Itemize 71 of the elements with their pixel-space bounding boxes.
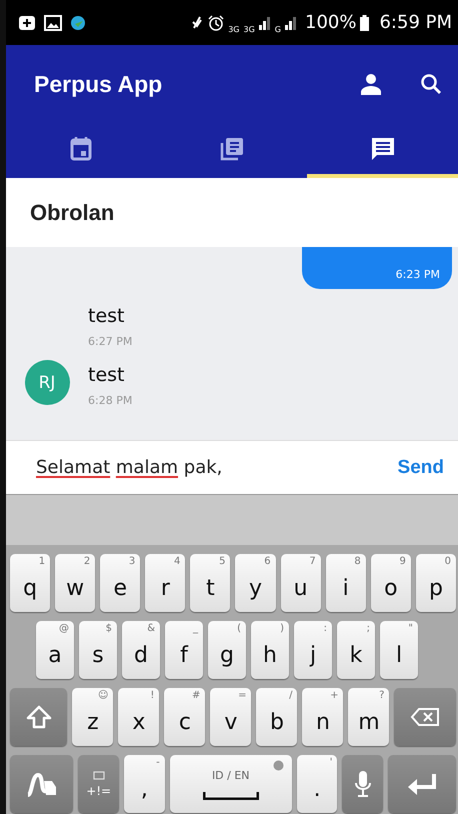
image-icon	[44, 14, 62, 30]
alarm-clock-icon	[208, 14, 224, 30]
keyboard-key[interactable]: 0 p	[416, 554, 456, 612]
keyboard-key[interactable]: & d	[122, 621, 160, 679]
avatar: RJ	[24, 360, 70, 405]
signal-icon	[285, 16, 297, 30]
symbols-key[interactable]: +!=	[78, 755, 119, 813]
backspace-icon	[410, 707, 440, 727]
battery-icon	[360, 14, 370, 30]
keyboard-key[interactable]: 3 e	[100, 554, 140, 612]
shift-key[interactable]	[10, 688, 68, 746]
network-type-label: 3G	[228, 25, 240, 34]
keyboard-key[interactable]: " l	[380, 621, 418, 679]
keyboard-key[interactable]: 1 q	[10, 554, 50, 612]
space-key[interactable]: ID / EN	[170, 755, 292, 813]
message-time: 6:27 PM	[88, 335, 132, 348]
microphone-key[interactable]	[342, 755, 384, 813]
message-text: test	[88, 305, 126, 327]
app-title: Perpus App	[34, 70, 164, 98]
keyboard-key[interactable]: 6 y	[235, 554, 276, 612]
backspace-key[interactable]	[394, 688, 456, 746]
keyboard-key[interactable]: 8 i	[326, 554, 366, 612]
network-type-label: G	[274, 25, 281, 34]
handwriting-key[interactable]	[10, 755, 74, 813]
keyboard-key[interactable]: 7 u	[280, 554, 321, 612]
keyboard-key[interactable]: - ,	[124, 755, 165, 813]
keyboard-key[interactable]: 4 r	[145, 554, 186, 612]
keyboard-key[interactable]: _ f	[165, 621, 203, 679]
keyboard-key[interactable]: 2 w	[55, 554, 96, 612]
enter-arrow-icon	[406, 772, 438, 796]
message-time: 6:23 PM	[396, 268, 440, 281]
keyboard-key[interactable]: ' .	[296, 755, 338, 813]
send-button[interactable]: Send	[390, 452, 452, 482]
person-icon[interactable]	[360, 73, 382, 95]
globe-icon	[272, 760, 284, 771]
plus-box-icon	[18, 14, 36, 30]
keyboard-key[interactable]: # c	[164, 688, 206, 746]
keyboard-key[interactable]: ( g	[208, 621, 246, 679]
message-text: test	[88, 364, 126, 386]
window-icon	[92, 770, 105, 780]
keyboard-key[interactable]: 9 o	[370, 554, 411, 612]
message-time: 6:28 PM	[88, 394, 132, 407]
keyboard-key[interactable]: / b	[256, 688, 298, 746]
search-icon[interactable]	[420, 73, 442, 95]
network-type-label: 3G	[244, 25, 255, 34]
keyboard-key[interactable]: 5 t	[190, 554, 230, 612]
keyboard-key[interactable]: @ a	[36, 621, 74, 679]
microphone-icon	[354, 770, 372, 798]
keyboard-key[interactable]: ☺ z	[72, 688, 114, 746]
stacked-list-icon	[220, 136, 244, 160]
section-title: Obrolan	[29, 198, 116, 226]
signal-icon	[258, 16, 271, 30]
keyboard-key[interactable]: = v	[210, 688, 252, 746]
up-arrow-icon	[26, 705, 52, 729]
message-input-field[interactable]: Selamat malam pak,	[36, 457, 390, 478]
battery-percent: 100%	[305, 12, 356, 33]
keyboard-key[interactable]: ? m	[348, 688, 390, 746]
spacebar-icon	[202, 792, 259, 800]
keyboard-key[interactable]: : j	[294, 621, 332, 679]
handwriting-icon	[26, 771, 58, 797]
globe-icon	[70, 14, 86, 30]
keyboard-key[interactable]: $ s	[79, 621, 117, 679]
chat-bubble-icon	[370, 136, 396, 162]
keyboard-key[interactable]: ; k	[337, 621, 375, 679]
keyboard-key[interactable]: + n	[302, 688, 344, 746]
mute-icon	[190, 14, 204, 30]
keyboard-key[interactable]: ) h	[251, 621, 289, 679]
keyboard-key[interactable]: ! x	[118, 688, 160, 746]
clock-time: 6:59 PM	[379, 12, 452, 33]
enter-key[interactable]	[388, 755, 456, 813]
calendar-icon	[70, 136, 92, 160]
